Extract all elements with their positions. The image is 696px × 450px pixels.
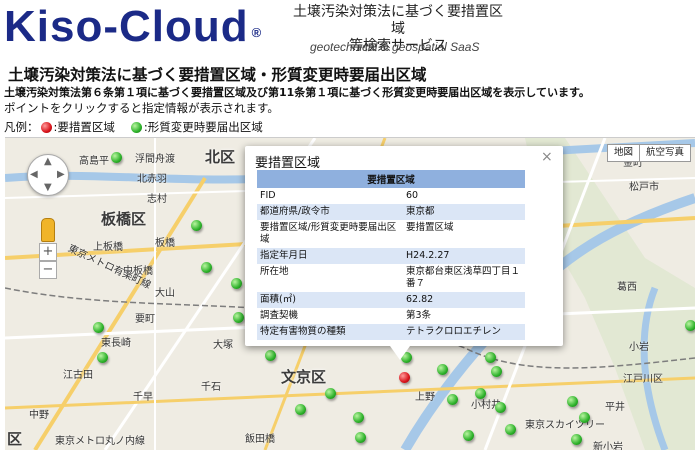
table-row: 要措置区域/形質変更時要届出区域 要措置区域 (260, 222, 454, 245)
info-window: 要措置区域 × 要措置区域 FID 60 都道府県/政令市 東京都 要措置区域/形質… (245, 146, 563, 346)
pan-control[interactable]: ▲ ◀ ▶ ▼ (27, 154, 69, 196)
red-marker[interactable] (399, 372, 410, 383)
green-marker[interactable] (355, 432, 366, 443)
place-label: 志村 (147, 194, 167, 205)
place-label: 中板橋 (123, 266, 153, 277)
green-marker[interactable] (463, 430, 474, 441)
place-label: 平井 (605, 402, 625, 413)
info-window-tail (390, 346, 410, 360)
green-marker[interactable] (437, 364, 448, 375)
pan-down-icon[interactable]: ▼ (44, 182, 52, 193)
green-marker[interactable] (93, 322, 104, 333)
map-type-map-button[interactable]: 地図 (607, 144, 641, 162)
place-label: 大塚 (213, 340, 233, 351)
registered-mark: ® (251, 25, 263, 40)
place-label: 飯田橋 (245, 434, 275, 445)
green-marker[interactable] (201, 262, 212, 273)
green-marker[interactable] (485, 352, 496, 363)
table-row: 所在地 東京都台東区浅草四丁目１番７ (260, 266, 521, 289)
pan-up-icon[interactable]: ▲ (44, 156, 52, 167)
green-marker[interactable] (579, 412, 590, 423)
green-marker[interactable] (191, 220, 202, 231)
table-row: 特定有害物質の種類 テトラクロロエチレン (257, 324, 525, 340)
place-label: 大山 (155, 288, 175, 299)
green-marker[interactable] (265, 350, 276, 361)
green-marker[interactable] (495, 402, 506, 413)
ward-label: 文京区 (281, 368, 327, 386)
zoom-in-button[interactable]: + (39, 243, 57, 261)
place-label: 東京メトロ丸ノ内線 (55, 436, 145, 447)
place-label: 小岩 (629, 342, 649, 353)
place-label: 千石 (201, 382, 221, 393)
table-row: 調査契機 第3条 (260, 310, 432, 321)
map-type-satellite-button[interactable]: 航空写真 (639, 144, 692, 162)
green-marker[interactable] (447, 394, 458, 405)
place-label: 新小岩 (593, 442, 623, 450)
place-label: 江戸川区 (623, 374, 663, 385)
green-marker[interactable] (325, 388, 336, 399)
site-header: Kiso-Cloud ® 土壌汚染対策法に基づく要措置区域 等検索サービス geo… (0, 0, 696, 58)
table-row: 指定年月日 H24.2.27 (257, 248, 525, 264)
place-label: 高島平 (79, 156, 109, 167)
page-title: 土壌汚染対策法に基づく要措置区域・形質変更時要届出区域 (8, 66, 427, 84)
attribute-table-header: 要措置区域 (257, 170, 525, 188)
green-marker[interactable] (567, 396, 578, 407)
street-view-pegman-icon[interactable] (41, 218, 55, 242)
green-marker[interactable] (685, 320, 695, 331)
info-window-body[interactable]: 要措置区域 FID 60 都道府県/政令市 東京都 要措置区域/形質変更時要届出区域… (257, 170, 539, 342)
place-label: 江古田 (63, 370, 93, 381)
pan-right-icon[interactable]: ▶ (57, 169, 65, 180)
english-tagline: geotechnical & geospatial SaaS (310, 40, 480, 54)
green-marker[interactable] (97, 352, 108, 363)
green-marker[interactable] (571, 434, 582, 445)
close-icon[interactable]: × (541, 149, 553, 165)
place-label: 板橋 (155, 238, 175, 249)
place-label: 東長崎 (101, 338, 131, 349)
place-label: 北赤羽 (137, 174, 167, 185)
kiso-cloud-logo[interactable]: Kiso-Cloud ® (4, 2, 262, 52)
map-legend: 凡例： :要措置区域 :形質変更時要届出区域 (4, 120, 263, 134)
table-row: 面積(㎡) 62.82 (257, 292, 525, 308)
green-marker-icon (130, 121, 142, 133)
green-marker[interactable] (491, 366, 502, 377)
green-marker[interactable] (231, 278, 242, 289)
attribute-table: 要措置区域 FID 60 都道府県/政令市 東京都 要措置区域/形質変更時要届出区域… (257, 170, 525, 340)
pan-left-icon[interactable]: ◀ (30, 169, 38, 180)
info-window-title: 要措置区域 (255, 156, 321, 171)
zoom-out-button[interactable]: − (39, 261, 57, 279)
green-marker[interactable] (353, 412, 364, 423)
green-marker[interactable] (475, 388, 486, 399)
usage-hint: ポイントをクリックすると指定情報が表示されます。 (4, 101, 279, 115)
place-label: 要町 (135, 314, 155, 325)
place-label: 松戸市 (629, 182, 659, 193)
place-label: 東京スカイツリー (525, 420, 605, 431)
ward-label: 北区 (205, 148, 236, 166)
ward-label: 区 (7, 430, 23, 448)
place-label: 浮間舟渡 (135, 154, 175, 165)
red-marker-icon (40, 121, 52, 133)
green-marker[interactable] (295, 404, 306, 415)
ward-label: 板橋区 (101, 210, 147, 228)
green-marker[interactable] (505, 424, 516, 435)
place-label: 中野 (29, 410, 49, 421)
green-marker[interactable] (111, 152, 122, 163)
table-row: FID 60 (260, 190, 419, 201)
table-row: 都道府県/政令市 東京都 (257, 204, 525, 220)
zoom-control: + − (39, 243, 57, 279)
page-description: 土壌汚染対策法第６条第１項に基づく要措置区域及び第11条第１項に基づく形質変更時… (4, 86, 590, 99)
place-label: 葛西 (617, 282, 637, 293)
place-label: 上野 (415, 392, 435, 403)
green-marker[interactable] (233, 312, 244, 323)
place-label: 千早 (133, 392, 153, 403)
